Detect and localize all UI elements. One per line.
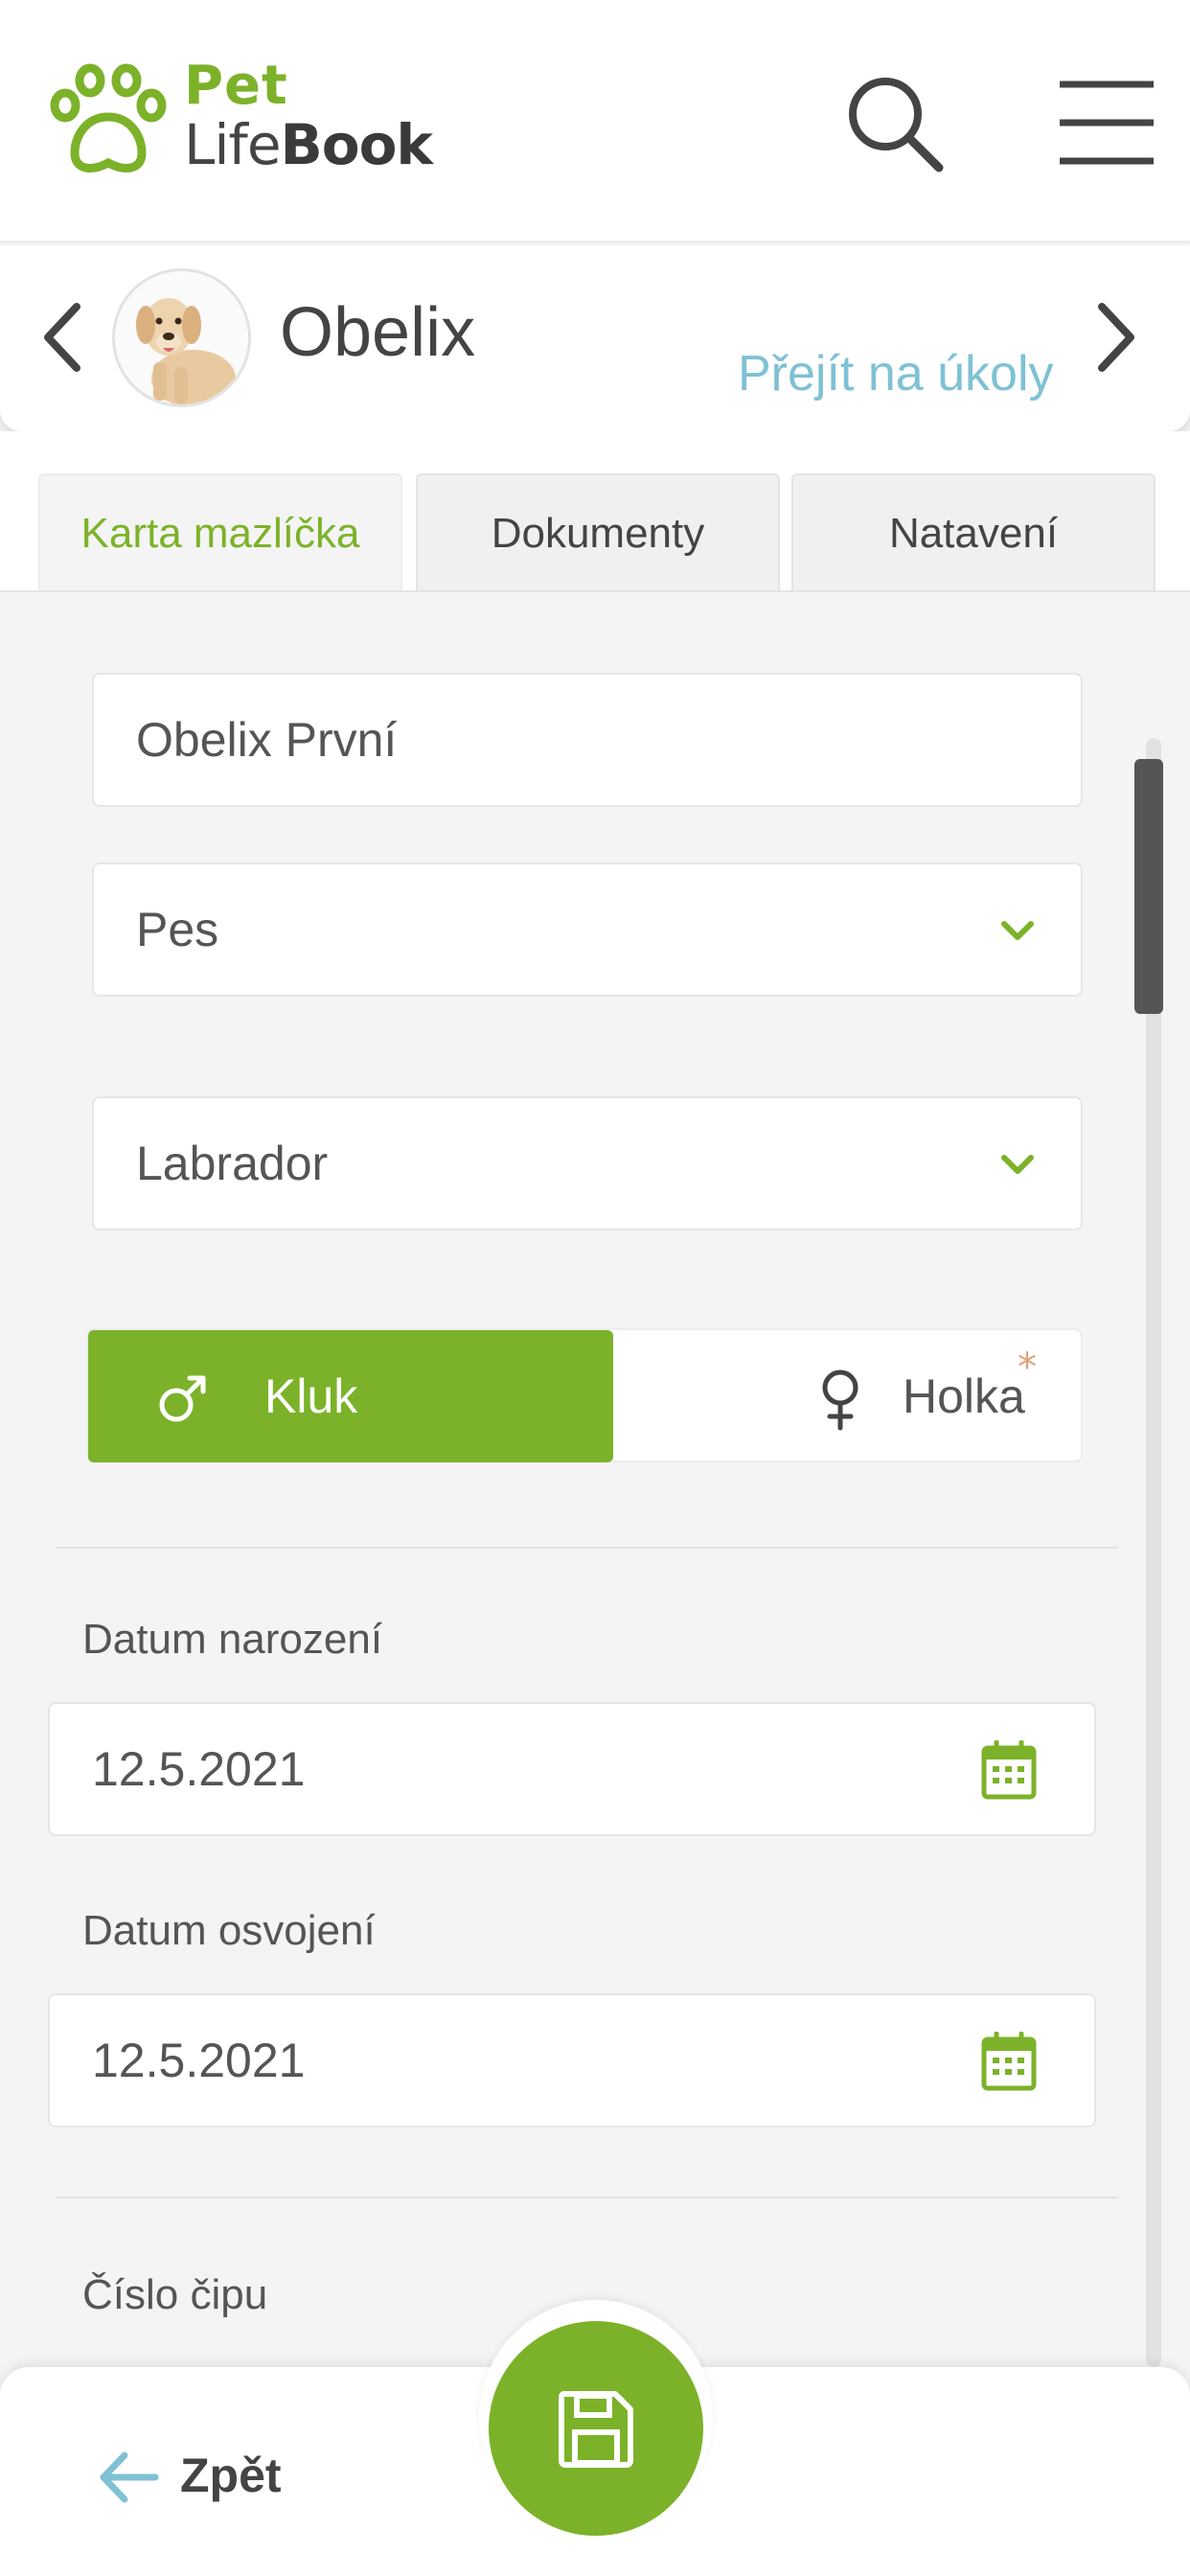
tab-documents[interactable]: Dokumenty <box>416 473 780 592</box>
app-bar: Pet LifeBook <box>0 0 1190 243</box>
male-symbol-icon <box>159 1375 206 1422</box>
logo-line2: LifeBook <box>184 117 433 172</box>
search-icon <box>849 78 944 172</box>
tabs-divider <box>0 590 1190 592</box>
pet-name: Obelix <box>280 294 476 371</box>
logo-line2-bold: Book <box>280 112 433 177</box>
birth-date-input[interactable]: 12.5.2021 <box>48 1702 1096 1836</box>
chevron-left-icon <box>44 303 80 372</box>
chevron-down-icon <box>1001 921 1034 940</box>
gender-male-label: Kluk <box>264 1369 358 1423</box>
required-mark: * <box>1018 1346 1037 1390</box>
species-select[interactable]: Pes <box>92 862 1083 997</box>
back-button[interactable]: Zpět <box>96 2444 307 2511</box>
gender-male-option[interactable]: Kluk <box>88 1330 613 1462</box>
menu-button[interactable] <box>1054 75 1159 171</box>
logo-line2-regular: Life <box>184 112 282 177</box>
tab-pet-card[interactable]: Karta mazlíčka <box>38 473 402 592</box>
adoption-date-input[interactable]: 12.5.2021 <box>48 1993 1096 2128</box>
hamburger-menu-icon <box>1060 80 1154 165</box>
arrow-left-icon <box>100 2451 159 2503</box>
chip-number-label: Číslo čipu <box>82 2271 268 2318</box>
pet-full-name-input[interactable]: Obelix První <box>92 673 1083 807</box>
search-button[interactable] <box>843 72 949 177</box>
save-button[interactable] <box>489 2321 703 2536</box>
birth-date-value: 12.5.2021 <box>92 1742 306 1796</box>
pet-avatar[interactable] <box>112 268 251 407</box>
gender-female-label: Holka <box>903 1369 1025 1423</box>
floppy-disk-icon <box>558 2391 633 2468</box>
logo-wordmark: Pet LifeBook <box>184 55 433 173</box>
previous-pet-button[interactable] <box>29 289 96 385</box>
chevron-right-icon <box>1098 303 1134 372</box>
birth-date-label: Datum narození <box>82 1616 383 1663</box>
logo-line1: Pet <box>184 55 288 117</box>
section-divider <box>56 2196 1117 2198</box>
scrollbar-thumb[interactable] <box>1134 759 1163 1014</box>
next-pet-button[interactable] <box>1083 289 1150 385</box>
breed-value: Labrador <box>136 1137 329 1190</box>
pet-header: Obelix Přejít na úkoly <box>0 245 1190 431</box>
species-value: Pes <box>136 903 219 956</box>
app-logo[interactable]: Pet LifeBook <box>48 59 433 184</box>
adoption-date-value: 12.5.2021 <box>92 2034 306 2087</box>
back-label: Zpět <box>180 2449 282 2502</box>
female-symbol-icon <box>822 1369 858 1431</box>
section-divider <box>56 1547 1117 1549</box>
go-to-tasks-link[interactable]: Přejít na úkoly <box>738 345 1054 402</box>
breed-select[interactable]: Labrador <box>92 1096 1083 1230</box>
calendar-icon[interactable] <box>981 2032 1037 2091</box>
chevron-down-icon <box>1001 1155 1034 1174</box>
gender-toggle: Kluk Holka <box>86 1328 1083 1462</box>
calendar-icon[interactable] <box>981 1740 1037 1800</box>
gender-female-option[interactable]: Holka <box>613 1330 1083 1462</box>
adoption-date-label: Datum osvojení <box>82 1907 376 1954</box>
dog-photo <box>115 271 248 404</box>
paw-icon <box>50 63 167 172</box>
pet-full-name-value: Obelix První <box>136 713 398 767</box>
tab-settings[interactable]: Natavení <box>791 473 1156 592</box>
